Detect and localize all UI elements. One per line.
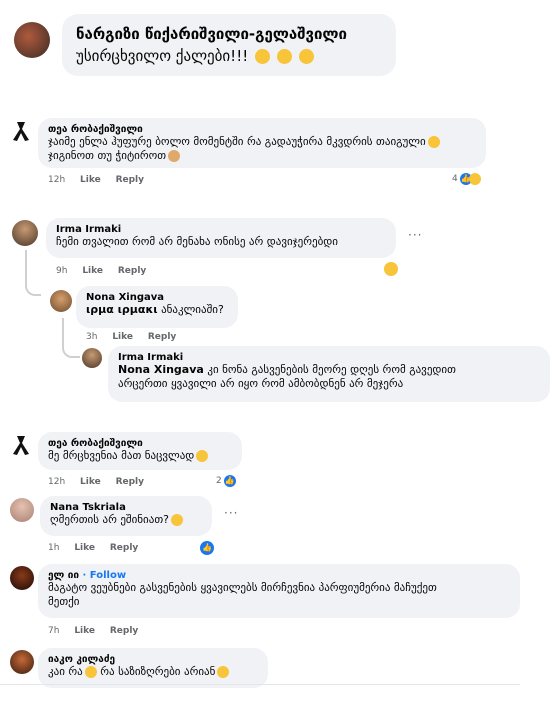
comment-author[interactable]: Irma Irmaki [118, 352, 540, 363]
reply-link[interactable]: Reply [148, 332, 176, 342]
person-icon [168, 150, 181, 162]
avatar[interactable] [12, 220, 38, 246]
more-options-icon[interactable]: ··· [224, 506, 238, 520]
post-title-line1: ნარგიზი წიქარიშვილი-გელაშვილი [76, 25, 347, 43]
comment-text: ჯიგინოთ თუ ჭიტიროთ [48, 149, 476, 163]
comment-text: მეთქი [48, 595, 80, 608]
reply-link[interactable]: Reply [110, 543, 138, 553]
reaction-count[interactable]: 4 👍 [452, 173, 481, 185]
reaction-count[interactable] [382, 262, 398, 276]
comment-text: ჩემი თვალით რომ არ მენახა ონისე არ დავიჯ… [56, 235, 338, 248]
like-link[interactable]: Like [74, 626, 95, 636]
comment-time[interactable]: 3h [86, 332, 97, 342]
laughing-face-icon [427, 136, 440, 148]
comment-time[interactable]: 1h [48, 543, 59, 553]
comment-bubble: Irma Irmaki ჩემი თვალით რომ არ მენახა ონ… [46, 218, 396, 258]
post-author-avatar[interactable] [14, 22, 50, 58]
comment-bubble: Irma Irmaki Nona Xingava კი ნონა გასვენე… [108, 346, 550, 402]
like-link[interactable]: Like [112, 332, 133, 342]
avatar[interactable] [10, 566, 34, 590]
comment-actions: 12h Like Reply [48, 477, 156, 487]
thumbs-up-icon: 👍 [223, 475, 236, 487]
reply-link[interactable]: Reply [116, 175, 144, 185]
reaction-count[interactable]: 👍 [200, 541, 214, 555]
comment-time[interactable]: 7h [48, 626, 59, 636]
comment-author: ელ იი · Follow [48, 570, 510, 581]
comment-time[interactable]: 12h [48, 175, 65, 185]
comment-text: მაგატო ვეუბნები გასვენების ყვავილებს მირ… [48, 581, 437, 594]
thread-line [62, 318, 80, 358]
avatar[interactable] [10, 498, 34, 522]
comment-text: ჯაიმე ენლა ჰუფურე ბოლო მომენტში რა გადაუ… [48, 135, 476, 149]
divider [0, 684, 520, 685]
comment-actions: 7h Like Reply [48, 626, 150, 636]
comment-text: არცერთი ყვავილი არ იყო რომ ამბობდნენ არ … [118, 377, 404, 390]
comment-bubble: თეა რობაქიშვილი ჯაიმე ენლა ჰუფურე ბოლო მ… [38, 118, 486, 168]
comment-actions: 3h Like Reply [86, 332, 188, 342]
sad-face-icon [255, 49, 271, 64]
avatar[interactable] [50, 290, 72, 312]
like-link[interactable]: Like [82, 266, 103, 276]
comment-author[interactable]: Nona Xingava [86, 292, 228, 303]
comment-bubble: Nona Xingava ιρμα ιρμακι ანაკლიაში? [76, 286, 238, 328]
like-link[interactable]: Like [74, 543, 95, 553]
post-title-bubble: ნარგიზი წიქარიშვილი-გელაშვილი უსირცხვილო… [62, 14, 396, 76]
comment-text: ιρμα ιρμακι ანაკლიაში? [86, 303, 224, 316]
post-title-line2: უსირცხვილო ქალები!!! [76, 45, 382, 67]
sad-face-icon [384, 262, 398, 276]
comment-time[interactable]: 9h [56, 266, 67, 276]
comment-actions: 1h Like Reply [48, 543, 150, 553]
sad-face-icon [170, 514, 183, 526]
like-link[interactable]: Like [80, 175, 101, 185]
comment-author[interactable]: იაკო კილაძე [48, 654, 258, 665]
black-ribbon-icon [10, 434, 32, 456]
comment-bubble: თეა რობაქიშვილი მე მრცხვენია მათ ნაცვლად [38, 432, 242, 470]
laughing-face-icon [468, 173, 481, 185]
sad-face-icon [298, 49, 314, 64]
like-link[interactable]: Like [80, 477, 101, 487]
thumbs-up-icon: 👍 [200, 541, 214, 555]
more-options-icon[interactable]: ··· [408, 228, 422, 242]
reaction-count[interactable]: 2 👍 [216, 475, 236, 487]
reply-link[interactable]: Reply [110, 626, 138, 636]
comment-text: კაი რა რა საზიზღრები არიან [48, 665, 258, 679]
laughing-face-icon [84, 666, 97, 678]
comment-text: მე მრცხვენია მათ ნაცვლად [48, 449, 232, 463]
reaction-count-number: 4 [452, 174, 458, 184]
sad-face-icon [196, 450, 209, 462]
avatar[interactable] [82, 348, 102, 368]
black-ribbon-icon [10, 120, 32, 142]
comment-author[interactable]: Irma Irmaki [56, 224, 386, 235]
comment-author[interactable]: თეა რობაქიშვილი [48, 124, 476, 135]
mention-link[interactable]: Nona Xingava [118, 363, 204, 376]
reaction-count-number: 2 [216, 476, 222, 486]
avatar[interactable] [10, 650, 34, 674]
comment-time[interactable]: 12h [48, 477, 65, 487]
follow-link[interactable]: · Follow [83, 570, 127, 581]
comment-text: ღმერთის არ ეშინიათ? [50, 513, 202, 527]
comment-bubble: იაკო კილაძე კაი რა რა საზიზღრები არიან [38, 648, 268, 688]
reply-link[interactable]: Reply [118, 266, 146, 276]
sad-face-icon [217, 666, 230, 678]
comment-text: Nona Xingava კი ნონა გასვენების მეორე დღ… [118, 363, 456, 376]
comment-author[interactable]: Nana Tskriala [50, 502, 202, 513]
reply-link[interactable]: Reply [116, 477, 144, 487]
comment-bubble: ელ იი · Follow მაგატო ვეუბნები გასვენები… [38, 564, 520, 618]
comment-bubble: Nana Tskriala ღმერთის არ ეშინიათ? [40, 496, 212, 536]
sad-face-icon [276, 49, 292, 64]
comment-actions: 9h Like Reply [56, 266, 158, 276]
comment-author-name[interactable]: ელ იი [48, 570, 79, 581]
comment-author[interactable]: თეა რობაქიშვილი [48, 438, 232, 449]
thread-line [25, 250, 41, 296]
comment-actions: 12h Like Reply [48, 175, 156, 185]
mention-link[interactable]: ιρμα ιρμακι [86, 303, 158, 316]
